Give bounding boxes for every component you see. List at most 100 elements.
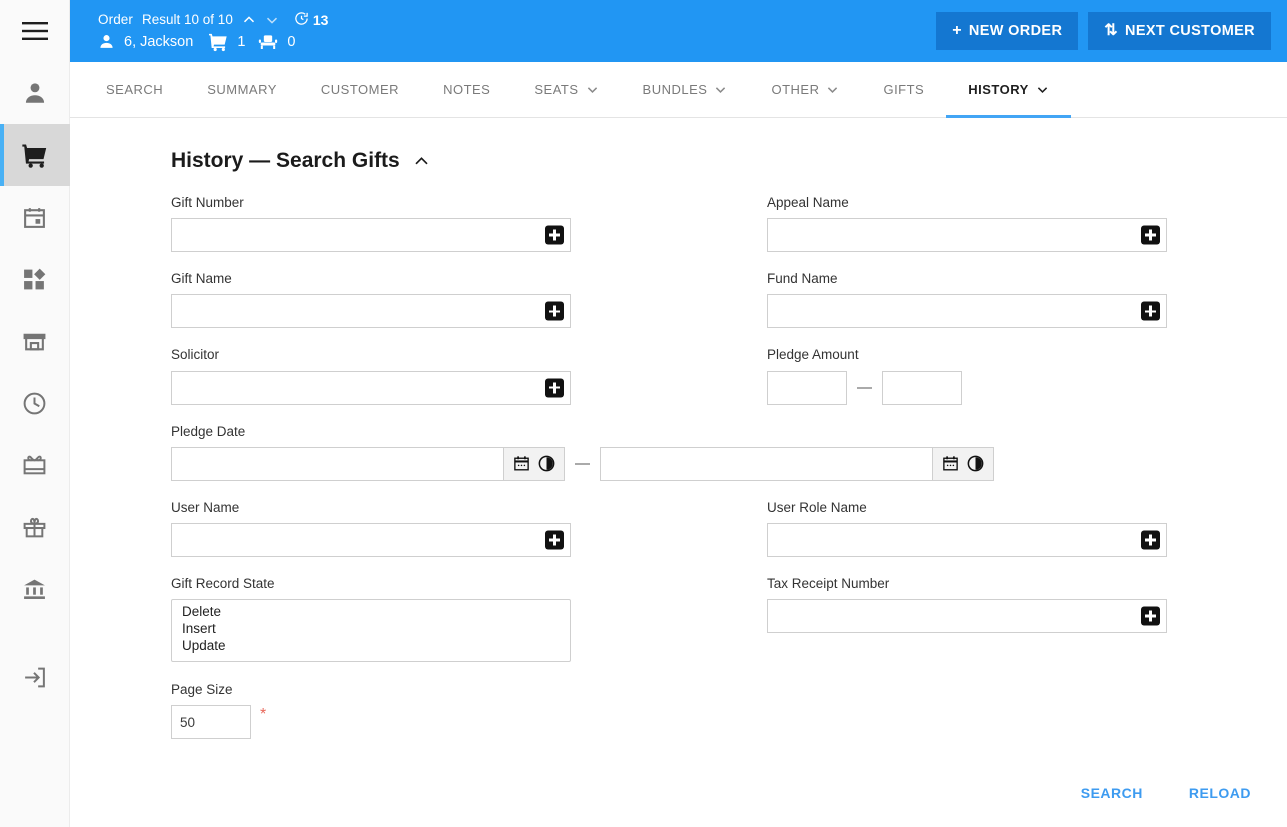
app-root: Order Result 10 of 10 13 6, Jackson 1 0 … [0, 0, 1287, 827]
customer-summary-row: 6, Jackson 1 0 [98, 32, 328, 52]
form-actions: SEARCH RELOAD [1073, 779, 1259, 807]
clock-icon[interactable] [967, 455, 984, 472]
fund-name-input[interactable] [767, 294, 1167, 329]
field-gift-number: Gift Number [171, 195, 571, 253]
user-role-name-input[interactable] [767, 522, 1167, 557]
clock-icon[interactable] [538, 455, 555, 472]
next-customer-label: NEXT CUSTOMER [1125, 23, 1255, 39]
menu-icon [21, 22, 48, 40]
add-icon[interactable] [545, 301, 564, 321]
appeal-name-input[interactable] [767, 218, 1167, 253]
calendar-icon[interactable] [513, 455, 530, 472]
customer-name: 6, Jackson [124, 33, 194, 50]
search-gifts-form: Gift Number Appeal Name Gift Name Fund N… [171, 195, 1181, 758]
pledge-date-to-input[interactable] [600, 446, 932, 481]
sidebar-item-logout[interactable] [0, 646, 70, 708]
reload-button[interactable]: RELOAD [1181, 779, 1259, 807]
sidebar-item-fund[interactable] [0, 558, 70, 620]
list-item[interactable]: Delete [172, 603, 570, 620]
gift-name-input-wrap [171, 294, 571, 329]
chevron-down-icon[interactable] [826, 83, 839, 96]
user-name-input-wrap [171, 522, 571, 557]
chevron-down-icon[interactable] [265, 13, 279, 27]
add-icon[interactable] [1141, 606, 1160, 626]
seat-icon [258, 32, 278, 52]
sidebar-item-gifts[interactable] [0, 496, 70, 558]
person-icon [98, 33, 115, 50]
tax-receipt-number-input[interactable] [767, 599, 1167, 634]
appeal-name-input-wrap [767, 218, 1167, 253]
gift-name-label: Gift Name [171, 271, 232, 287]
result-counter: Result 10 of 10 [142, 12, 233, 27]
fund-name-input-wrap [767, 294, 1167, 329]
add-icon[interactable] [545, 225, 564, 245]
chevron-down-icon[interactable] [586, 83, 599, 96]
chevron-down-icon[interactable] [714, 83, 727, 96]
plus-icon: + [952, 22, 962, 39]
tab-seats[interactable]: SEATS [512, 62, 620, 117]
user-role-name-label: User Role Name [767, 499, 867, 515]
timer-icon [294, 11, 309, 29]
sidebar-item-dashboard[interactable] [0, 248, 70, 310]
session-timer: 13 [294, 11, 328, 29]
content-panel: History — Search Gifts Gift Number Appea… [70, 118, 1287, 827]
sidebar-item-customer[interactable] [0, 62, 70, 124]
chevron-up-icon[interactable] [413, 153, 430, 170]
tab-history[interactable]: HISTORY [946, 62, 1071, 118]
menu-icon-button[interactable] [0, 0, 70, 62]
tab-label: SUMMARY [207, 82, 277, 97]
calendar-icon[interactable] [942, 455, 959, 472]
add-icon[interactable] [1141, 301, 1160, 321]
sidebar-item-store[interactable] [0, 310, 70, 372]
chevron-up-icon[interactable] [242, 13, 256, 27]
add-icon[interactable] [545, 530, 564, 550]
gift-name-input[interactable] [171, 294, 571, 329]
range-separator: — [857, 379, 872, 397]
sidebar-item-calendar[interactable] [0, 186, 70, 248]
solicitor-input[interactable] [171, 370, 571, 405]
new-order-button[interactable]: + NEW ORDER [936, 12, 1079, 50]
pledge-amount-label: Pledge Amount [767, 347, 859, 363]
search-button[interactable]: SEARCH [1073, 779, 1151, 807]
tab-search[interactable]: SEARCH [84, 62, 185, 117]
page-size-input[interactable] [171, 705, 251, 740]
user-name-input[interactable] [171, 522, 571, 557]
order-header-actions: + NEW ORDER ⇅ NEXT CUSTOMER [936, 12, 1271, 50]
pledge-date-label: Pledge Date [171, 423, 246, 439]
dashboard-icon [22, 267, 47, 292]
pledge-date-from-group [171, 446, 565, 481]
pledge-date-from-input[interactable] [171, 446, 503, 481]
main-area: Order Result 10 of 10 13 6, Jackson 1 0 … [70, 0, 1287, 827]
chevron-down-icon[interactable] [1036, 83, 1049, 96]
tab-bar: SEARCH SUMMARY CUSTOMER NOTES SEATS BUNDLES OT… [70, 62, 1287, 118]
add-icon[interactable] [1141, 225, 1160, 245]
tab-summary[interactable]: SUMMARY [185, 62, 299, 117]
list-item[interactable]: Update [172, 637, 570, 654]
tab-other[interactable]: OTHER [749, 62, 861, 117]
gift-number-input[interactable] [171, 218, 571, 253]
order-header-bar: Order Result 10 of 10 13 6, Jackson 1 0 … [70, 0, 1287, 62]
next-customer-button[interactable]: ⇅ NEXT CUSTOMER [1088, 12, 1271, 50]
add-icon[interactable] [1141, 530, 1160, 550]
field-fund-name: Fund Name [767, 271, 1167, 329]
list-item[interactable]: Insert [172, 620, 570, 637]
tab-gifts[interactable]: GIFTS [861, 62, 946, 117]
user-name-label: User Name [171, 499, 240, 515]
field-page-size: Page Size * [171, 682, 571, 740]
person-icon [22, 80, 48, 106]
appeal-name-label: Appeal Name [767, 195, 849, 210]
add-icon[interactable] [545, 378, 564, 398]
gift-icon [22, 515, 47, 540]
gift-record-state-listbox[interactable]: DeleteInsertUpdate [171, 599, 571, 663]
pledge-amount-to-input[interactable] [882, 370, 962, 405]
sidebar-item-order[interactable] [0, 124, 70, 186]
tab-bundles[interactable]: BUNDLES [621, 62, 750, 117]
tax-receipt-number-label: Tax Receipt Number [767, 575, 890, 591]
pledge-amount-from-input[interactable] [767, 370, 847, 405]
sidebar-item-history[interactable] [0, 372, 70, 434]
tab-label: BUNDLES [642, 82, 708, 97]
sidebar-item-gift-card[interactable] [0, 434, 70, 496]
tab-notes[interactable]: NOTES [421, 62, 512, 117]
store-icon [22, 329, 47, 354]
tab-customer[interactable]: CUSTOMER [299, 62, 421, 117]
